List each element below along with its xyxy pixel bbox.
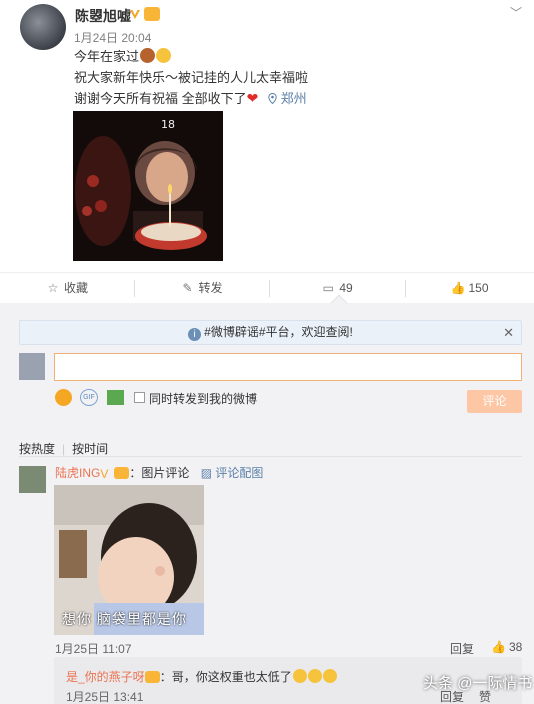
info-icon: i <box>188 328 202 341</box>
comment-photo-caption: 想你 脑袋里都是你 <box>62 611 187 627</box>
forward-checkbox[interactable] <box>134 392 145 403</box>
level-badge-icon <box>114 467 130 479</box>
emoji-face-icon[interactable] <box>55 389 72 406</box>
gif-icon[interactable]: GIF <box>80 389 98 406</box>
comment-image-link-label: 评论配图 <box>215 466 264 480</box>
notice-banner[interactable]: i #微博辟谣#平台，欢迎查阅! ✕ <box>19 320 522 345</box>
favorite-button[interactable]: ☆ 收藏 <box>0 273 134 304</box>
comment-photo[interactable]: 想你 脑袋里都是你 <box>54 485 204 635</box>
post-action-bar: ☆ 收藏 ✎ 转发 ▭ 49 👍 150 <box>0 272 534 303</box>
reply-text: ：哥，你这权重也太低了 <box>159 670 292 684</box>
repost-icon: ✎ <box>182 281 193 295</box>
my-avatar <box>19 353 45 380</box>
author-name[interactable]: 陈曌旭嘘 <box>75 6 131 26</box>
post-text-line-2: 祝大家新年快乐～被记挂的人儿太幸福啦 <box>74 70 309 85</box>
image-upload-icon[interactable] <box>107 390 124 405</box>
reply-header: 是_你的燕子呀 ：哥，你这权重也太低了 <box>66 668 337 685</box>
comment-reply-button[interactable]: 回复 <box>450 640 474 657</box>
sort-divider: | <box>62 442 66 456</box>
post-time[interactable]: 1月24日 20:04 <box>74 29 151 46</box>
comment-count: 49 <box>339 281 353 295</box>
notice-text: #微博辟谣#平台，欢迎查阅! <box>204 325 353 339</box>
comment-type: ：图片评论 <box>129 466 190 480</box>
level-badge-icon <box>144 671 160 683</box>
more-chevron-icon[interactable]: ﹀ <box>510 4 522 21</box>
comment-like-button[interactable]: 👍 38 <box>491 640 522 654</box>
thumbs-up-icon: 👍 <box>450 281 466 295</box>
weibo-post: 陈曌旭嘘 ﹀ 1月24日 20:04 今年在家过 祝大家新年快乐～被记挂的人儿太… <box>0 0 534 272</box>
location-link[interactable]: 郑州 <box>268 91 307 106</box>
image-icon: ▨ <box>200 466 216 480</box>
like-button[interactable]: 👍 150 <box>405 273 534 304</box>
repost-button[interactable]: ✎ 转发 <box>134 273 269 304</box>
sort-by-hot[interactable]: 按热度 <box>19 442 55 456</box>
sort-by-time[interactable]: 按时间 <box>72 442 108 456</box>
laugh-emoji-icon <box>292 669 307 683</box>
commenter-avatar[interactable] <box>19 466 46 493</box>
reply-time: 1月25日 13:41 <box>66 690 144 704</box>
thumbs-up-icon: 👍 <box>491 640 506 654</box>
laugh-emoji-icon <box>322 669 337 683</box>
verified-icon: V <box>100 467 109 481</box>
close-icon[interactable]: ✕ <box>503 321 514 344</box>
submit-comment-button[interactable]: 评论 <box>467 390 522 413</box>
divider <box>19 456 522 457</box>
level-badge-icon <box>144 7 160 21</box>
repost-label: 转发 <box>198 281 223 295</box>
watermark-text: 头条 @一际情书 <box>423 675 533 692</box>
like-count: 150 <box>468 281 489 295</box>
sort-tabs: 按热度 | 按时间 <box>19 440 108 457</box>
laugh-emoji-icon <box>307 669 322 683</box>
reply-user[interactable]: 是_你的燕子呀 <box>66 670 145 684</box>
verified-icon <box>130 10 140 19</box>
comment-header: 陆虎INGV ：图片评论 ▨ 评论配图 <box>55 464 263 481</box>
comment-like-count: 38 <box>508 640 523 654</box>
heart-icon: ❤ <box>246 90 259 106</box>
comments-panel: i #微博辟谣#平台，欢迎查阅! ✕ GIF 同时转发到我的微博 评论 按热度 | 按… <box>0 303 534 704</box>
location-pin-icon <box>268 92 277 105</box>
comment-time: 1月25日 11:07 <box>55 642 132 656</box>
post-text-line-1: 今年在家过 <box>74 49 140 64</box>
post-photo[interactable]: 18 <box>73 111 223 261</box>
comment-image-link[interactable]: ▨ 评论配图 <box>201 466 264 480</box>
author-avatar[interactable] <box>20 4 66 50</box>
favorite-label: 收藏 <box>63 281 88 295</box>
cake-emoji-icon <box>140 48 156 63</box>
commenter-name[interactable]: 陆虎ING <box>55 466 100 480</box>
post-text-line-3: 谢谢今天所有祝福 全部收下了 <box>74 91 247 106</box>
post-text: 今年在家过 祝大家新年快乐～被记挂的人儿太幸福啦 谢谢今天所有祝福 全部收下了❤… <box>74 46 308 109</box>
smile-emoji-icon <box>156 48 172 63</box>
forward-label: 同时转发到我的微博 <box>149 392 258 406</box>
svg-text:18: 18 <box>161 118 175 131</box>
star-icon: ☆ <box>47 281 59 295</box>
comment-input[interactable] <box>54 353 522 381</box>
location-label: 郑州 <box>280 91 307 106</box>
